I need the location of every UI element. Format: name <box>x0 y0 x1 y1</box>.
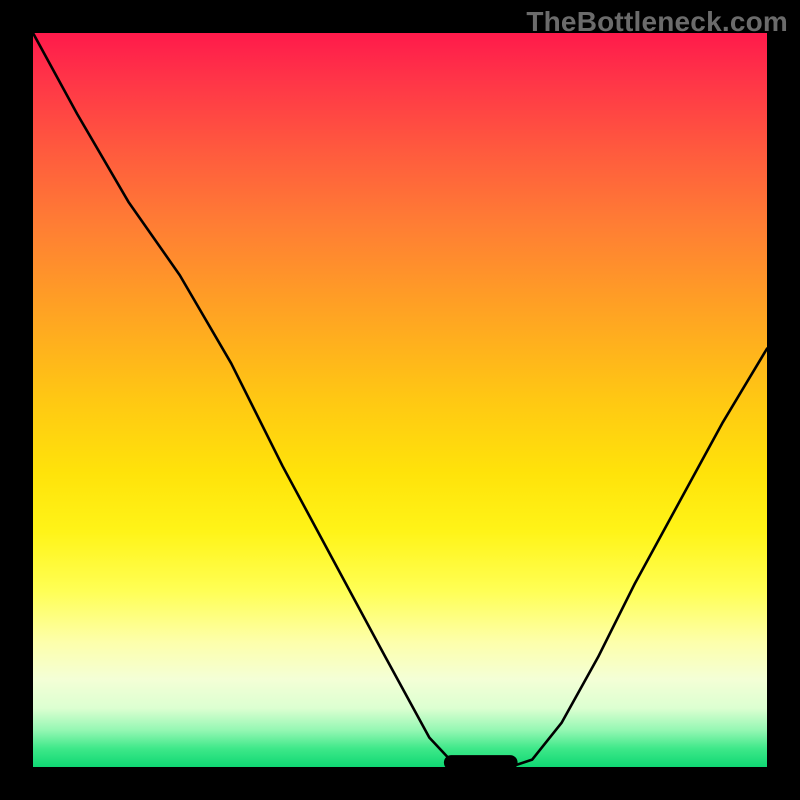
curve-right-branch <box>510 349 767 767</box>
chart-frame: TheBottleneck.com <box>0 0 800 800</box>
plot-area <box>33 33 767 767</box>
curve-left-branch <box>33 33 466 767</box>
watermark-text: TheBottleneck.com <box>526 6 788 38</box>
curve-svg <box>33 33 767 767</box>
